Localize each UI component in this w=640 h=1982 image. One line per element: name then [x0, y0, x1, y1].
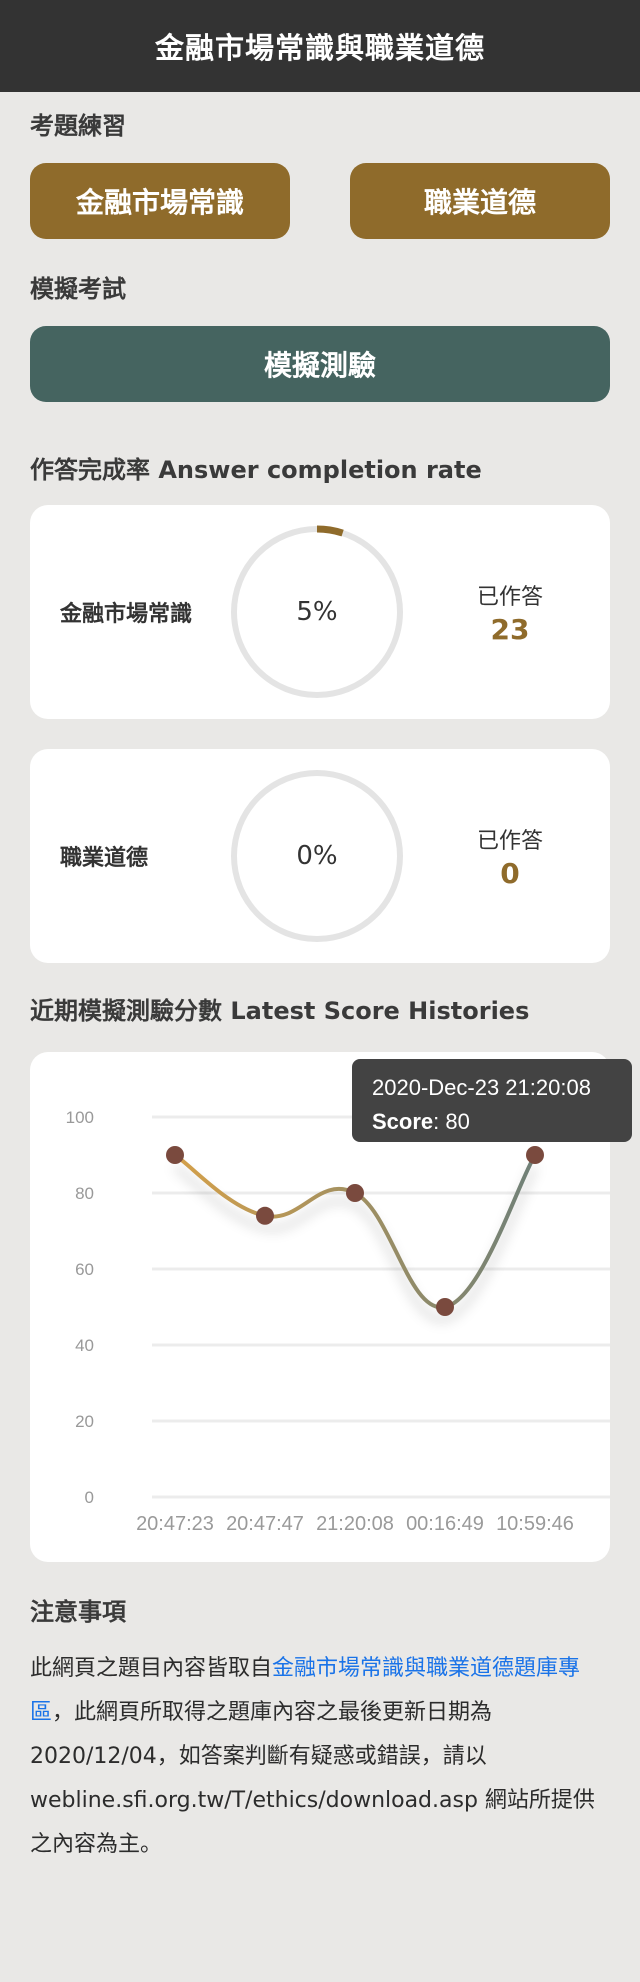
x-tick-label: 20:47:47 [226, 1513, 304, 1535]
score-line [173, 1153, 537, 1310]
completion-percent: 5% [296, 597, 338, 627]
answered-label: 已作答 [476, 584, 543, 610]
answered-count: 0 [500, 856, 520, 890]
completion-section-title: 作答完成率 Answer completion rate [30, 456, 482, 484]
mock-exam-button[interactable]: 模擬測驗 [30, 326, 610, 402]
score-history-chart-card: 0 20 40 60 80 100 20:47:23 20:47:47 21:20:08 00:1… [30, 1052, 632, 1562]
tooltip-score-value: : 80 [433, 1109, 470, 1134]
data-point [256, 1206, 274, 1225]
y-tick-label: 100 [66, 1108, 94, 1127]
answered-summary: 已作答 23 [460, 579, 560, 646]
y-tick-label: 40 [75, 1336, 94, 1355]
app-header: 金融市場常識與職業道德 [0, 0, 640, 92]
y-tick-label: 60 [75, 1260, 94, 1279]
y-tick-label: 80 [75, 1184, 94, 1203]
x-tick-label: 00:16:49 [406, 1513, 484, 1535]
y-tick-label: 20 [75, 1412, 94, 1431]
tooltip-score: Score: 80 [372, 1105, 612, 1139]
completion-percent: 0% [296, 841, 338, 871]
answered-count: 23 [490, 612, 530, 646]
history-section-title: 近期模擬測驗分數 Latest Score Histories [30, 997, 530, 1025]
answered-summary: 已作答 0 [460, 823, 560, 890]
practice-buttons: 金融市場常識 職業道德 [30, 163, 610, 239]
data-point [436, 1298, 454, 1316]
x-tick-label: 20:47:23 [136, 1513, 214, 1535]
market-knowledge-button[interactable]: 金融市場常識 [30, 163, 290, 239]
notes-text-before: 此網頁之題目內容皆取自 [30, 1656, 273, 1681]
completion-card-market: 金融市場常識 5% 已作答 23 [30, 505, 610, 719]
x-tick-label: 21:20:08 [316, 1513, 394, 1535]
exam-section-title: 模擬考試 [30, 275, 126, 303]
app-title: 金融市場常識與職業道德 [154, 31, 485, 65]
y-tick-label: 0 [85, 1488, 94, 1507]
completion-label: 職業道德 [60, 846, 149, 871]
notes-text-after: ，此網頁所取得之題庫內容之最後更新日期為 2020/12/04，如答案判斷有疑惑… [30, 1700, 595, 1857]
completion-label: 金融市場常識 [60, 602, 193, 627]
x-tick-label: 10:59:46 [496, 1513, 574, 1535]
chart-tooltip: 2020-Dec-23 21:20:08 Score: 80 [352, 1059, 632, 1142]
answered-label: 已作答 [476, 828, 543, 854]
notes-body: 此網頁之題目內容皆取自金融市場常識與職業道德題庫專區，此網頁所取得之題庫內容之最… [30, 1647, 610, 1867]
ethics-button[interactable]: 職業道德 [350, 163, 610, 239]
completion-card-ethics: 職業道德 0% 已作答 0 [30, 749, 610, 963]
data-point [346, 1184, 364, 1202]
tooltip-score-label: Score [372, 1109, 434, 1134]
data-point [166, 1146, 184, 1164]
data-point [526, 1146, 544, 1164]
notes-section-title: 注意事項 [30, 1598, 126, 1626]
practice-section-title: 考題練習 [30, 112, 126, 140]
tooltip-date: 2020-Dec-23 21:20:08 [372, 1075, 591, 1100]
